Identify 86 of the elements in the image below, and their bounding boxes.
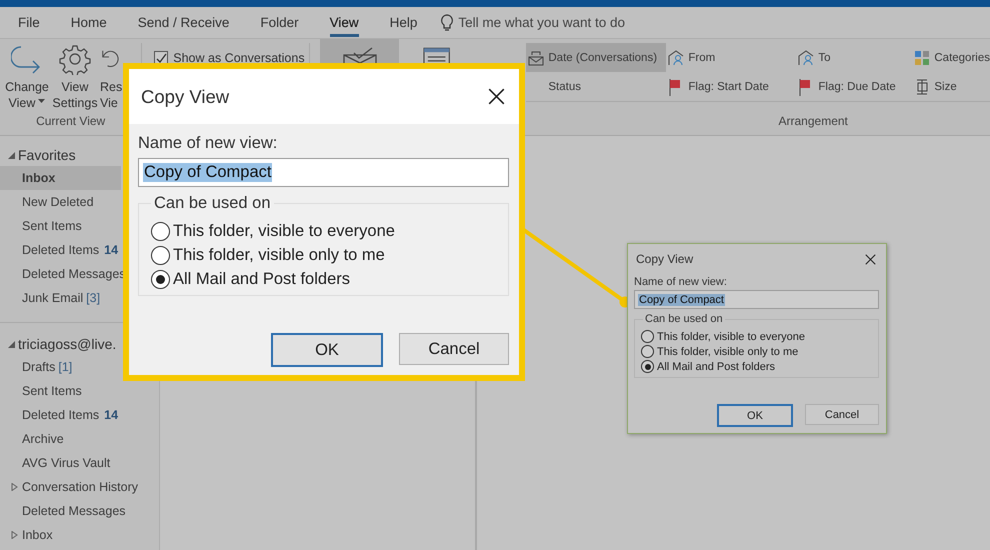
folder-item[interactable]: Deleted Messages xyxy=(0,499,159,523)
folder-name: Archive xyxy=(22,432,64,446)
folder-name: Inbox xyxy=(22,171,56,185)
unread-count: 14 xyxy=(104,243,118,257)
radio-button[interactable] xyxy=(151,270,170,289)
section-title: triciagoss@live. xyxy=(18,336,116,352)
name-field[interactable]: Copy of Compact xyxy=(634,290,879,309)
dialog-title: Copy View xyxy=(141,86,230,108)
arrangement-option[interactable]: Flag: Start Date xyxy=(666,72,796,101)
radio-button[interactable] xyxy=(151,222,170,241)
folder-name: Junk Email xyxy=(22,291,84,305)
menu-tab[interactable]: Send / Receive xyxy=(138,8,230,36)
radio-label: This folder, visible to everyone xyxy=(657,330,805,342)
dialog-button[interactable]: OK xyxy=(717,404,793,427)
arrangement-option[interactable]: Date (Conversations) xyxy=(526,43,666,72)
envelope-icon xyxy=(528,50,544,66)
folder-item[interactable]: Conversation History xyxy=(0,475,159,499)
radio-label: This folder, visible only to me xyxy=(173,246,385,265)
dialog-button[interactable]: Cancel xyxy=(805,404,879,425)
expand-icon[interactable] xyxy=(11,531,18,539)
folder-name: Sent Items xyxy=(22,219,82,233)
ribbon-button[interactable]: Change View xyxy=(4,43,50,111)
folder-item[interactable]: Sent Items xyxy=(0,379,159,403)
person-icon xyxy=(798,50,814,66)
expand-icon[interactable] xyxy=(8,340,15,348)
folder-name: Deleted Messages xyxy=(22,504,126,518)
folder-item[interactable]: Deleted Items 14 xyxy=(0,403,159,427)
folder-name: Sent Items xyxy=(22,384,82,398)
expand-icon[interactable] xyxy=(8,152,15,158)
folder-name: New Deleted xyxy=(22,195,94,209)
arrangement-option[interactable]: Size xyxy=(912,72,990,101)
categories-icon xyxy=(914,50,930,66)
arrangement-option[interactable]: From xyxy=(666,43,796,72)
radio-button[interactable] xyxy=(641,345,654,358)
close-icon[interactable] xyxy=(865,254,876,264)
arrangement-option[interactable]: Categories xyxy=(912,43,990,72)
radio-label: All Mail and Post folders xyxy=(173,270,350,289)
item-count: [1] xyxy=(58,360,72,374)
account-header[interactable]: triciagoss@live. xyxy=(0,333,159,355)
arrangement-option[interactable]: Status xyxy=(526,72,666,101)
folder-item[interactable]: Inbox xyxy=(0,523,159,547)
checkbox-label: Show as Conversations xyxy=(173,51,305,65)
folder-name: Deleted Messages xyxy=(22,267,126,281)
folder-name: Conversation History xyxy=(22,480,138,494)
folder-name: Deleted Items xyxy=(22,243,100,257)
folder-item[interactable]: Inbox xyxy=(0,166,121,190)
close-icon[interactable] xyxy=(488,88,505,105)
arrangement-option[interactable]: Flag: Due Date xyxy=(796,72,912,101)
radio-label: All Mail and Post folders xyxy=(657,360,775,372)
menu-tab[interactable]: Home xyxy=(70,8,107,36)
name-field[interactable]: Copy of Compact xyxy=(138,158,509,187)
dialog-button[interactable]: OK xyxy=(271,333,383,367)
folder-name: Drafts xyxy=(22,360,56,374)
unread-count: 14 xyxy=(104,408,118,422)
gear-icon xyxy=(59,43,91,75)
group-label: Can be used on xyxy=(643,313,725,325)
ribbon-button[interactable]: Res Vie xyxy=(100,43,124,111)
radio-button[interactable] xyxy=(641,360,654,373)
radio-button[interactable] xyxy=(641,330,654,343)
dialog-button[interactable]: Cancel xyxy=(399,333,509,365)
ribbon-button[interactable]: View Settings xyxy=(52,43,98,111)
folder-name: Inbox xyxy=(22,528,53,542)
caret-icon[interactable] xyxy=(38,99,46,104)
expand-icon[interactable] xyxy=(11,483,18,491)
folder-name: AVG Virus Vault xyxy=(22,456,110,470)
arrangement-option[interactable]: To xyxy=(796,43,912,72)
dialog-title: Copy View xyxy=(636,252,694,266)
radio-button[interactable] xyxy=(151,246,170,265)
field-label: Name of new view: xyxy=(634,276,728,288)
folder-item[interactable]: AVG Virus Vault xyxy=(0,451,159,475)
section-title: Favorites xyxy=(18,147,76,163)
tell-me-field[interactable]: Tell me what you want to do xyxy=(458,15,625,30)
folder-name: Deleted Items xyxy=(22,408,100,422)
size-icon xyxy=(914,78,930,94)
folder-item[interactable]: Archive xyxy=(0,427,159,451)
radio-label: This folder, visible to everyone xyxy=(173,222,395,241)
menu-tab[interactable]: Help xyxy=(390,8,418,36)
radio-label: This folder, visible only to me xyxy=(657,346,798,358)
field-label: Name of new view: xyxy=(138,134,278,153)
person-icon xyxy=(668,50,684,66)
menu-tab[interactable]: Folder xyxy=(260,8,299,36)
group-label: Arrangement xyxy=(778,114,849,130)
menu-tab[interactable]: File xyxy=(18,8,40,36)
lightbulb-icon xyxy=(440,14,454,32)
group-label: Current View xyxy=(36,114,106,130)
item-count: [3] xyxy=(86,291,100,305)
